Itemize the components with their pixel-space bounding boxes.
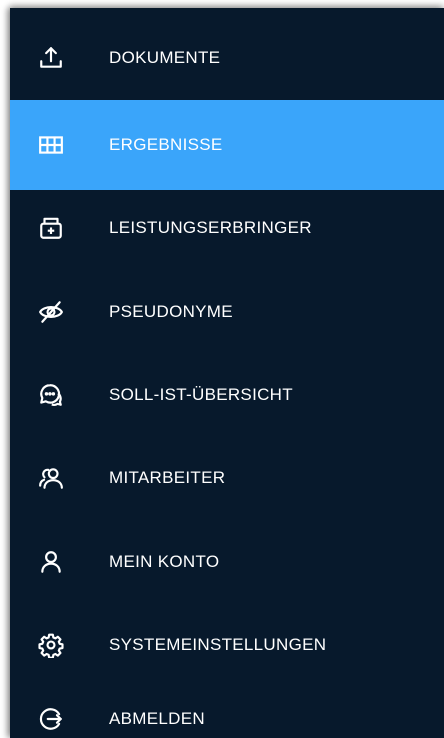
eye-off-icon (38, 299, 64, 325)
nav-item-mein-konto[interactable]: MEIN KONTO (10, 517, 444, 607)
nav-item-abmelden[interactable]: ABMELDEN (10, 674, 444, 738)
nav-label-abmelden: ABMELDEN (109, 709, 205, 728)
nav-label-ergebnisse: ERGEBNISSE (109, 135, 223, 154)
users-icon (38, 465, 64, 491)
medical-kit-icon (38, 215, 64, 241)
gear-icon (38, 632, 64, 658)
nav-item-ergebnisse[interactable]: ERGEBNISSE (10, 100, 444, 190)
nav-label-mein-konto: MEIN KONTO (109, 552, 220, 571)
nav-item-mitarbeiter[interactable]: MITARBEITER (10, 433, 444, 523)
user-icon (38, 549, 64, 575)
nav-item-pseudonyme[interactable]: PSEUDONYME (10, 267, 444, 357)
logout-icon (38, 706, 64, 732)
nav-item-soll-ist-uebersicht[interactable]: SOLL-IST-ÜBERSICHT (10, 350, 444, 440)
nav-label-mitarbeiter: MITARBEITER (109, 468, 226, 487)
nav-label-systemeinstellungen: SYSTEMEINSTELLUNGEN (109, 635, 327, 654)
nav-item-dokumente[interactable]: DOKUMENTE (10, 13, 444, 103)
app-frame: DOKUMENTE ERGEBNISSE LEISTUNGSERBRINGER … (0, 0, 444, 738)
nav-label-soll-ist-uebersicht: SOLL-IST-ÜBERSICHT (109, 385, 293, 404)
nav-label-dokumente: DOKUMENTE (109, 48, 221, 67)
chat-bubbles-icon (38, 382, 64, 408)
sidebar-navigation: DOKUMENTE ERGEBNISSE LEISTUNGSERBRINGER … (10, 8, 444, 738)
nav-label-leistungserbringer: LEISTUNGSERBRINGER (109, 218, 312, 237)
table-icon (38, 132, 64, 158)
upload-icon (38, 45, 64, 71)
nav-item-leistungserbringer[interactable]: LEISTUNGSERBRINGER (10, 183, 444, 273)
nav-label-pseudonyme: PSEUDONYME (109, 302, 233, 321)
